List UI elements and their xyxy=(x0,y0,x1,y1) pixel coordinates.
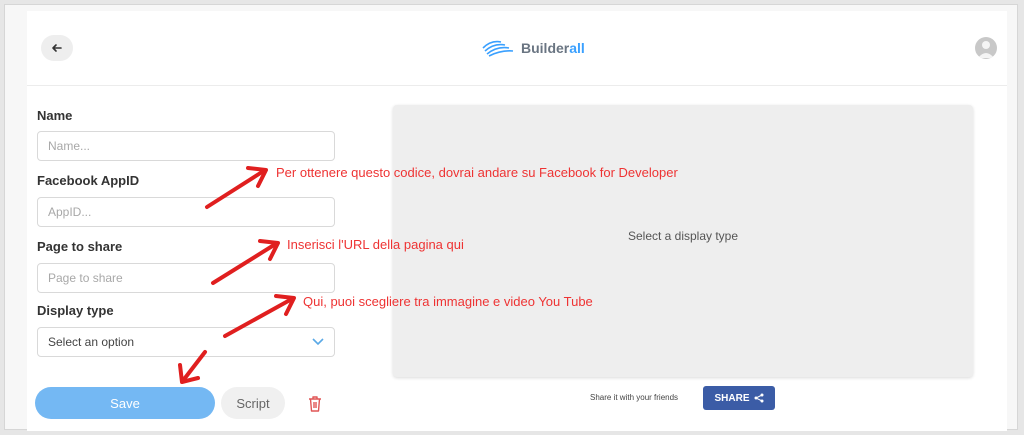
annotation-display-type: Qui, puoi scegliere tra immagine e video… xyxy=(303,294,593,309)
display-type-value: Select an option xyxy=(48,335,135,349)
screenshot-frame: Builderall Name Facebook AppID Page to s… xyxy=(4,4,1018,431)
arrow-left-icon xyxy=(52,44,62,52)
logo-suffix: all xyxy=(569,40,585,56)
trash-icon[interactable] xyxy=(307,395,323,413)
preview-panel: Select a display type xyxy=(393,105,973,377)
share-icon xyxy=(754,393,763,403)
display-type-label: Display type xyxy=(37,303,114,318)
appid-label: Facebook AppID xyxy=(37,173,140,188)
share-caption: Share it with your friends xyxy=(590,393,679,402)
logo-text: Builderall xyxy=(521,40,585,56)
preview-placeholder: Select a display type xyxy=(627,229,739,243)
chevron-down-icon xyxy=(312,338,324,346)
builderall-logo: Builderall xyxy=(481,33,585,63)
name-label: Name xyxy=(37,108,73,123)
annotation-page-url: Inserisci l'URL della pagina qui xyxy=(287,237,464,252)
page-to-share-label: Page to share xyxy=(37,239,123,254)
share-button-label: SHARE xyxy=(714,392,750,404)
annotation-appid: Per ottenere questo codice, dovrai andar… xyxy=(276,165,678,180)
display-type-select[interactable]: Select an option xyxy=(37,327,335,357)
page-to-share-input[interactable] xyxy=(37,263,335,293)
save-button[interactable]: Save xyxy=(35,387,215,419)
logo-prefix: Builder xyxy=(521,40,570,56)
user-avatar-icon[interactable] xyxy=(975,37,997,59)
back-button[interactable] xyxy=(41,35,73,61)
appid-input[interactable] xyxy=(37,197,335,227)
name-input[interactable] xyxy=(37,131,335,161)
top-bar: Builderall xyxy=(27,11,1007,86)
share-button[interactable]: SHARE xyxy=(703,386,775,410)
logo-wing-icon xyxy=(482,40,514,57)
script-button[interactable]: Script xyxy=(221,387,285,419)
app-window: Builderall Name Facebook AppID Page to s… xyxy=(27,11,1007,431)
